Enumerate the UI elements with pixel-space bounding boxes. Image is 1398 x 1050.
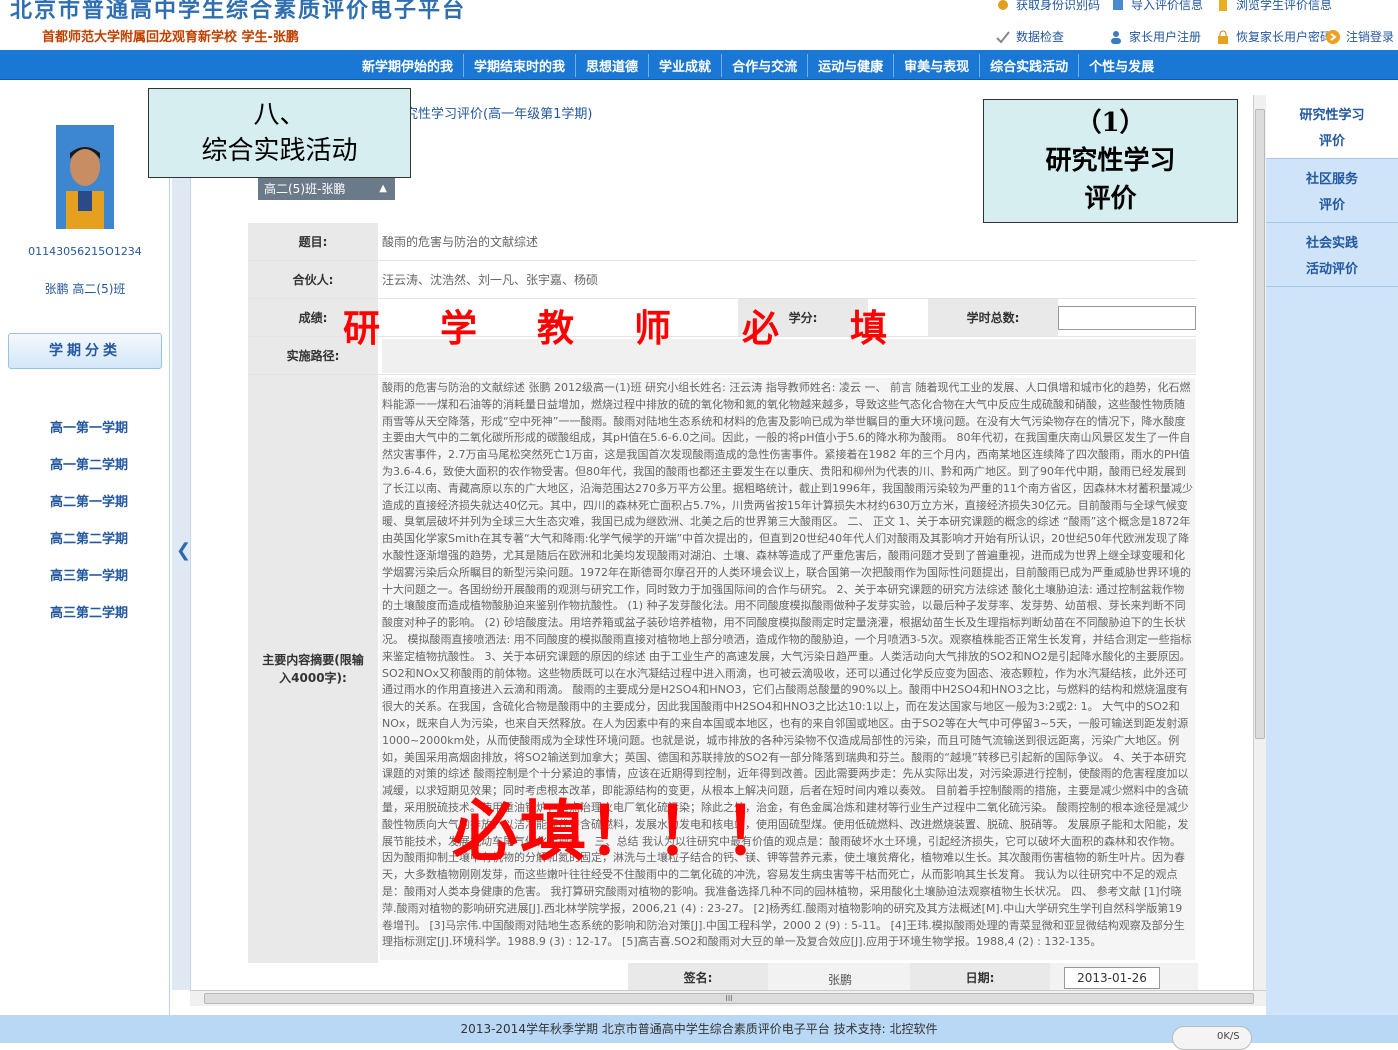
nav-term-end[interactable]: 学期结束时的我 — [464, 54, 577, 77]
right-tab-panel: 研究性学习 评价 社区服务 评价 社会实践 活动评价 — [1266, 95, 1398, 1015]
term-category-header: 学期分类 — [8, 333, 162, 369]
sign-label: 签名: — [628, 963, 768, 993]
partners-label: 合伙人: — [248, 261, 378, 298]
teacher-fill-char: 必 — [742, 306, 779, 350]
data-check-link[interactable]: 数据检查 — [995, 28, 1064, 45]
path-row: 实施路径: — [248, 337, 1196, 375]
student-id: 01143056215O1234 — [28, 245, 142, 258]
partners-value: 汪云涛、沈浩然、刘一凡、张宇嘉、杨硕 — [382, 273, 599, 287]
sign-value: 张鹏 — [828, 973, 853, 987]
student-photo — [56, 125, 114, 229]
date-label: 日期: — [910, 963, 1050, 993]
term-g2-2[interactable]: 高二第二学期 — [50, 528, 128, 565]
import-icon — [1110, 0, 1126, 13]
subsection-annotation: （1） 研究性学习 评价 — [983, 99, 1238, 223]
get-id-link[interactable]: 获取身份识别码 — [995, 0, 1100, 13]
hours-input[interactable] — [1058, 306, 1196, 330]
topic-label: 题目: — [248, 223, 378, 260]
vertical-scroll-thumb[interactable] — [1255, 109, 1265, 739]
browse-icon — [1215, 0, 1231, 13]
term-g3-1[interactable]: 高三第一学期 — [50, 565, 128, 602]
speed-badge: 0K/S — [1172, 1026, 1252, 1050]
user-icon — [1108, 29, 1124, 45]
nav-personality[interactable]: 个性与发展 — [1079, 54, 1164, 77]
section-annotation: 八、 综合实践活动 — [148, 88, 411, 178]
tab-caption[interactable]: 究性学习评价(高一年级第1学期) — [405, 103, 592, 122]
logout-link[interactable]: 注销登录 — [1325, 28, 1394, 45]
tab-research-study[interactable]: 研究性学习 评价 — [1266, 95, 1398, 159]
site-title: 北京市普通高中学生综合素质评价电子平台 — [10, 0, 467, 23]
vertical-scrollbar[interactable] — [1253, 95, 1266, 990]
abstract-label: 主要内容摘要(限输入4000字): — [248, 375, 378, 963]
student-name-class: 张鹏 高二(5)班 — [44, 282, 126, 296]
nav-bar: 新学期伊始的我 学期结束时的我 思想道德 学业成就 合作与交流 运动与健康 审美… — [0, 50, 1398, 80]
teacher-fill-char: 研 — [343, 306, 380, 350]
teacher-fill-char: 学 — [440, 306, 477, 350]
recover-password-link[interactable]: 恢复家长用户密码 — [1215, 28, 1332, 45]
path-input[interactable] — [382, 339, 1196, 373]
parent-register-link[interactable]: 家长用户注册 — [1108, 28, 1201, 45]
nav-cooperation[interactable]: 合作与交流 — [722, 54, 809, 77]
date-input[interactable]: 2013-01-26 — [1064, 967, 1160, 989]
horizontal-scrollbar[interactable]: III — [190, 990, 1266, 1006]
tab-community-service[interactable]: 社区服务 评价 — [1266, 159, 1398, 223]
power-icon — [1325, 29, 1341, 45]
collapse-sidebar-icon[interactable]: ❮ — [176, 540, 191, 566]
nav-sports[interactable]: 运动与健康 — [808, 54, 895, 77]
teacher-fill-char: 教 — [537, 306, 574, 350]
left-sidebar: 01143056215O1234 张鹏 高二(5)班 学期分类 高一第一学期 高… — [0, 95, 170, 1015]
teacher-fill-char: 填 — [850, 306, 887, 350]
partners-row: 合伙人: 汪云涛、沈浩然、刘一凡、张宇嘉、杨硕 — [248, 261, 1196, 299]
term-g2-1[interactable]: 高二第一学期 — [50, 491, 128, 528]
collapse-up-icon: ▲ — [379, 183, 387, 194]
school-user: 首都师范大学附属回龙观育新学校 学生-张鹏 — [42, 30, 299, 45]
nav-practice[interactable]: 综合实践活动 — [980, 54, 1080, 77]
tab-social-practice[interactable]: 社会实践 活动评价 — [1266, 223, 1398, 287]
score-row: 成绩: 学分: 学时总数: — [248, 299, 1196, 337]
import-eval-link[interactable]: 导入评价信息 — [1110, 0, 1203, 13]
nav-academic[interactable]: 学业成就 — [649, 54, 723, 77]
nav-aesthetic[interactable]: 审美与表现 — [894, 54, 981, 77]
teacher-fill-char: 师 — [634, 306, 671, 350]
key-icon — [995, 0, 1011, 13]
must-fill-annotation: 必填！！！ — [452, 792, 792, 870]
header: 北京市普通高中学生综合素质评价电子平台 首都师范大学附属回龙观育新学校 学生-张… — [0, 0, 1398, 50]
nav-moral[interactable]: 思想道德 — [576, 54, 650, 77]
browse-eval-link[interactable]: 浏览学生评价信息 — [1215, 0, 1332, 13]
term-g1-1[interactable]: 高一第一学期 — [50, 417, 128, 454]
horizontal-scroll-thumb[interactable]: III — [204, 993, 1254, 1004]
class-selector[interactable]: 高二(5)班-张鹏 ▲ — [258, 178, 395, 200]
sign-row: 签名: 张鹏 日期: 2013-01-26 — [628, 963, 1198, 993]
topic-row: 题目: 酸雨的危害与防治的文献综述 — [248, 223, 1196, 261]
topic-value: 酸雨的危害与防治的文献综述 — [382, 235, 539, 249]
lock-icon — [1215, 29, 1231, 45]
nav-new-term[interactable]: 新学期伊始的我 — [352, 54, 465, 77]
hours-label: 学时总数: — [928, 299, 1058, 336]
term-g1-2[interactable]: 高一第二学期 — [50, 454, 128, 491]
check-icon — [995, 29, 1011, 45]
term-g3-2[interactable]: 高三第二学期 — [50, 602, 128, 639]
